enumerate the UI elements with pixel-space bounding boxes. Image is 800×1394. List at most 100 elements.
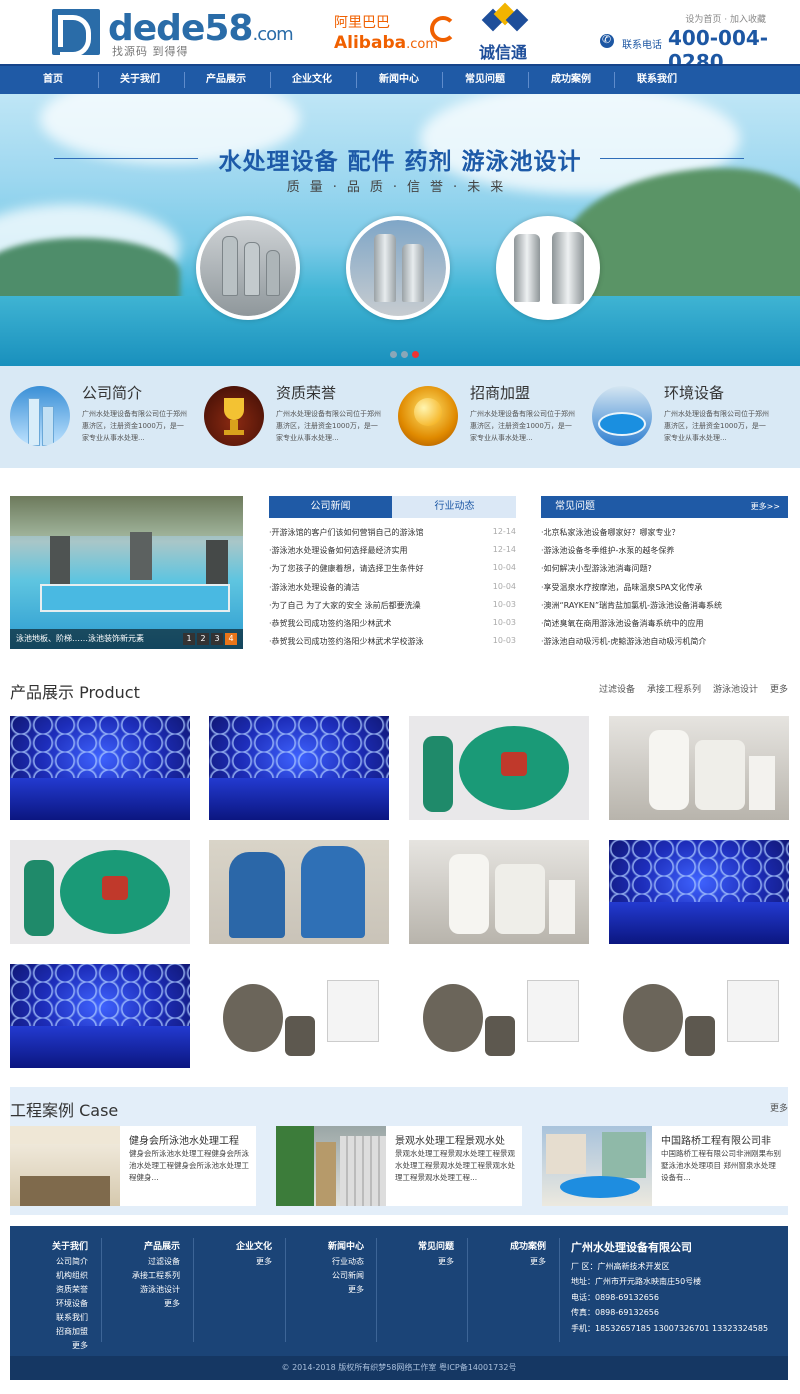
nav-item-cases[interactable]: 成功案例 xyxy=(528,66,614,94)
feature-equipment[interactable]: 环境设备 广州水处理设备有限公司位于郑州惠济区，注册资金1000万，是一家专业从… xyxy=(592,382,782,454)
footer-link[interactable]: 环境设备 xyxy=(30,1297,88,1311)
footer-link[interactable]: 更多 xyxy=(390,1255,454,1269)
product-thumbnail[interactable] xyxy=(10,716,190,820)
feature-title: 环境设备 xyxy=(664,384,725,402)
footer-link[interactable]: 游泳池设计 xyxy=(110,1283,180,1297)
nav-item-products[interactable]: 产品展示 xyxy=(183,66,269,94)
banner-dot[interactable] xyxy=(390,351,397,358)
top-links[interactable]: 设为首页 · 加入收藏 xyxy=(685,12,766,25)
footer-company-line: 电话：0898-69132656 xyxy=(571,1292,659,1302)
banner-product-image[interactable] xyxy=(496,216,600,320)
product-thumbnail[interactable] xyxy=(609,716,789,820)
banner-product-image[interactable] xyxy=(196,216,300,320)
footer-link[interactable]: 机构组织 xyxy=(30,1269,88,1283)
slideshow-page[interactable]: 1 xyxy=(183,633,195,645)
footer-link[interactable]: 公司新闻 xyxy=(300,1269,364,1283)
faq-item[interactable]: ·简述臭氧在商用游泳池设备消毒系统中的应用 xyxy=(541,618,788,636)
banner-dot-active[interactable] xyxy=(412,351,419,358)
product-thumbnail[interactable] xyxy=(409,964,589,1068)
product-thumbnail[interactable] xyxy=(209,964,389,1068)
faq-item[interactable]: ·游泳池自动吸污机-虎鲸游泳池自动吸污机简介 xyxy=(541,636,788,654)
news-item[interactable]: ·游泳池水处理设备的清洁 10-04 xyxy=(269,582,516,600)
news-item[interactable]: ·开游泳馆的客户们该如何营销自己的游泳馆 12-14 xyxy=(269,527,516,545)
faq-item[interactable]: ·游泳池设备冬季维护-水泵的越冬保养 xyxy=(541,545,788,563)
news-tabs: 公司新闻 行业动态 xyxy=(269,496,516,518)
site-logo[interactable]: dede58.com 找源码 到得得 xyxy=(52,9,294,58)
footer-link[interactable]: 过滤设备 xyxy=(110,1255,180,1269)
product-thumbnail[interactable] xyxy=(409,716,589,820)
news-item[interactable]: ·为了自己 为了大家的安全 泳前后都要洗澡 10-03 xyxy=(269,600,516,618)
case-card[interactable]: 中国路桥工程有限公司非 中国路桥工程有限公司非洲刚果布别墅泳池水处理项目 郑州窗… xyxy=(542,1126,788,1206)
feature-desc: 广州水处理设备有限公司位于郑州惠济区，注册资金1000万，是一家专业从事水处理.… xyxy=(470,410,575,442)
product-thumbnail[interactable] xyxy=(10,840,190,944)
products-link-filter[interactable]: 过滤设备 xyxy=(599,685,635,695)
footer-link[interactable]: 招商加盟 xyxy=(30,1325,88,1339)
footer-link[interactable]: 更多 xyxy=(482,1255,546,1269)
footer-link[interactable]: 资质荣誉 xyxy=(30,1283,88,1297)
nav-item-about[interactable]: 关于我们 xyxy=(97,66,183,94)
faq-item[interactable]: ·如何解决小型游泳池消毒问题? xyxy=(541,563,788,581)
footer-link[interactable]: 承接工程系列 xyxy=(110,1269,180,1283)
footer-link[interactable]: 更多 xyxy=(300,1283,364,1297)
footer-col-head[interactable]: 常见问题 xyxy=(390,1240,454,1254)
cases-more-link[interactable]: 更多 xyxy=(770,1101,788,1114)
feature-desc: 广州水处理设备有限公司位于郑州惠济区，注册资金1000万，是一家专业从事水处理.… xyxy=(276,410,381,442)
products-link-engineering[interactable]: 承接工程系列 xyxy=(647,685,701,695)
product-thumbnail[interactable] xyxy=(609,964,789,1068)
footer-link[interactable]: 更多 xyxy=(110,1297,180,1311)
faq-item[interactable]: ·享受温泉水疗按摩池，品味温泉SPA文化传承 xyxy=(541,582,788,600)
nav-item-contact[interactable]: 联系我们 xyxy=(614,66,700,94)
nav-item-culture[interactable]: 企业文化 xyxy=(269,66,355,94)
slideshow-page-active[interactable]: 4 xyxy=(225,633,237,645)
feature-company-intro[interactable]: 公司简介 广州水处理设备有限公司位于郑州惠济区，注册资金1000万，是一家专业从… xyxy=(10,382,200,454)
feature-franchise[interactable]: 招商加盟 广州水处理设备有限公司位于郑州惠济区，注册资金1000万，是一家专业从… xyxy=(398,382,588,454)
footer-col-head[interactable]: 新闻中心 xyxy=(300,1240,364,1254)
tab-company-news[interactable]: 公司新闻 xyxy=(269,496,392,518)
case-card[interactable]: 景观水处理工程景观水处 景观水处理工程景观水处理工程景观水处理工程景观水处理工程… xyxy=(276,1126,522,1206)
footer-link[interactable]: 公司简介 xyxy=(30,1255,88,1269)
product-thumbnail[interactable] xyxy=(209,716,389,820)
news-date: 12-14 xyxy=(492,545,516,555)
tab-industry-news[interactable]: 行业动态 xyxy=(393,496,516,518)
nav-item-home[interactable]: 首页 xyxy=(10,66,96,94)
faq-item[interactable]: ·澳洲“RAYKEN”瑞肯盐加氯机-游泳池设备消毒系统 xyxy=(541,600,788,618)
products-link-more[interactable]: 更多 xyxy=(770,685,788,695)
chengxin-logo[interactable]: 诚信通 xyxy=(477,2,537,62)
banner-product-image[interactable] xyxy=(346,216,450,320)
banner-dot[interactable] xyxy=(401,351,408,358)
footer-col-head[interactable]: 企业文化 xyxy=(210,1240,272,1254)
footer-col-head[interactable]: 产品展示 xyxy=(110,1240,180,1254)
footer-link[interactable]: 更多 xyxy=(210,1255,272,1269)
news-date: 10-03 xyxy=(492,599,516,609)
footer-link[interactable]: 行业动态 xyxy=(300,1255,364,1269)
site-footer: 关于我们 公司简介 机构组织 资质荣誉 环境设备 联系我们 招商加盟 更多 产品… xyxy=(10,1226,788,1356)
faq-item[interactable]: ·北京私家泳池设备哪家好？哪家专业？ xyxy=(541,527,788,545)
feature-honors[interactable]: 资质荣誉 广州水处理设备有限公司位于郑州惠济区，注册资金1000万，是一家专业从… xyxy=(204,382,394,454)
footer-col-head[interactable]: 关于我们 xyxy=(30,1240,88,1254)
alibaba-logo[interactable]: 阿里巴巴 Alibaba.com xyxy=(334,14,456,58)
hero-banner[interactable]: 水处理设备 配件 药剂 游泳池设计 质量·品质·信誉·未来 xyxy=(0,94,800,366)
products-link-pool-design[interactable]: 游泳池设计 xyxy=(713,685,758,695)
news-slideshow-pages: 1234 xyxy=(181,633,237,645)
news-item[interactable]: ·为了您孩子的健康着想，请选择卫生条件好 10-04 xyxy=(269,563,516,581)
case-card[interactable]: 健身会所泳池水处理工程 健身会所泳池水处理工程健身会所泳池水处理工程健身会所泳池… xyxy=(10,1126,256,1206)
slideshow-page[interactable]: 3 xyxy=(211,633,223,645)
news-slideshow[interactable]: 泳池地板、阶梯……泳池装饰新元素 1234 xyxy=(10,496,243,649)
product-thumbnail[interactable] xyxy=(209,840,389,944)
product-thumbnail[interactable] xyxy=(10,964,190,1068)
footer-link[interactable]: 更多 xyxy=(30,1339,88,1353)
news-item[interactable]: ·恭贺我公司成功签约洛阳少林武术学校游泳 10-03 xyxy=(269,636,516,654)
news-item[interactable]: ·恭贺我公司成功签约洛阳少林武术 10-03 xyxy=(269,618,516,636)
news-date: 12-14 xyxy=(492,527,516,536)
news-item[interactable]: ·游泳池水处理设备如何选择最经济实用 12-14 xyxy=(269,545,516,563)
products-category-links: 过滤设备 承接工程系列 游泳池设计 更多 xyxy=(587,682,788,695)
product-thumbnail[interactable] xyxy=(609,840,789,944)
footer-col-head[interactable]: 成功案例 xyxy=(482,1240,546,1254)
product-thumbnail[interactable] xyxy=(409,840,589,944)
nav-item-news[interactable]: 新闻中心 xyxy=(356,66,442,94)
slideshow-page[interactable]: 2 xyxy=(197,633,209,645)
nav-item-faq[interactable]: 常见问题 xyxy=(442,66,528,94)
news-date: 10-04 xyxy=(492,581,516,591)
faq-more-link[interactable]: 更多>> xyxy=(751,496,780,518)
footer-link[interactable]: 联系我们 xyxy=(30,1311,88,1325)
